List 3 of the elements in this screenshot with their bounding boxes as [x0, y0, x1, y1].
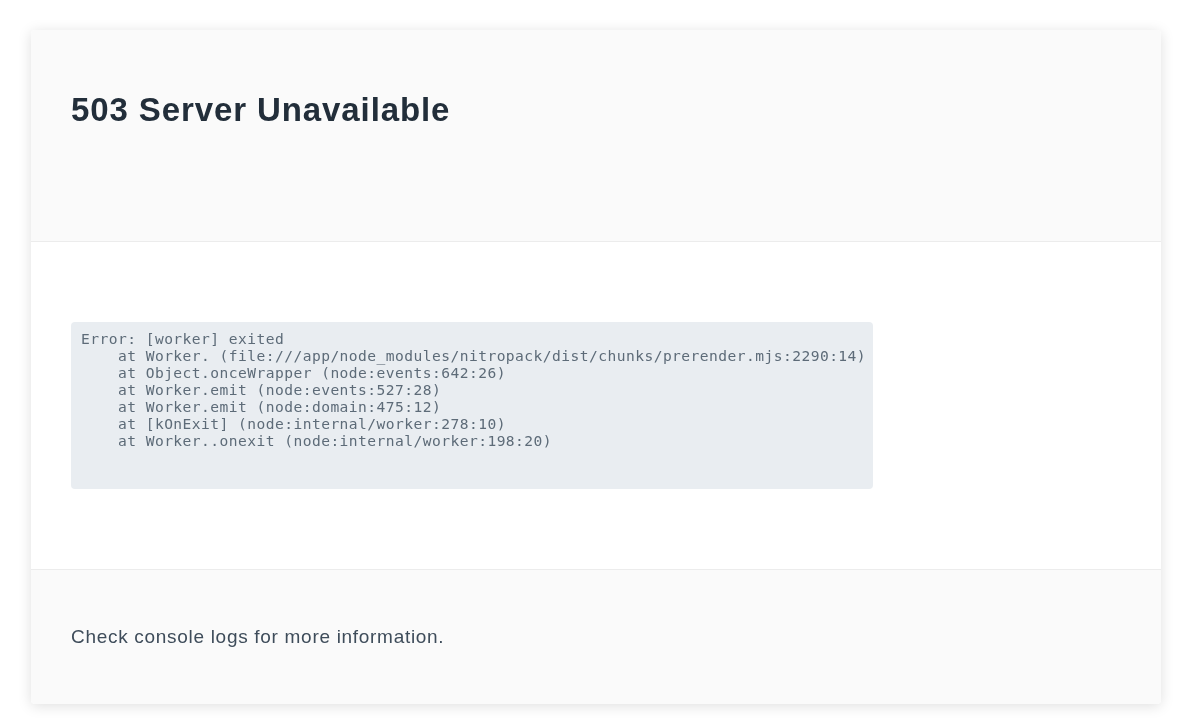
page-title: 503 Server Unavailable	[71, 90, 452, 130]
footer-message: Check console logs for more information.	[71, 625, 446, 649]
stack-trace: Error: [worker] exited at Worker. (file:///app/node_modules/nitropack/dist/chunks/prerender.mjs:2290:14) at Object.onceWrapper (node:events:642:26) at Worker.emit (node:events:527:28) at Worker.emit (node:domain:475:12) at [kOnExit] (node:internal/worker:278:10) at Worker..onexit (node:internal/worker:198:20)	[71, 322, 873, 489]
